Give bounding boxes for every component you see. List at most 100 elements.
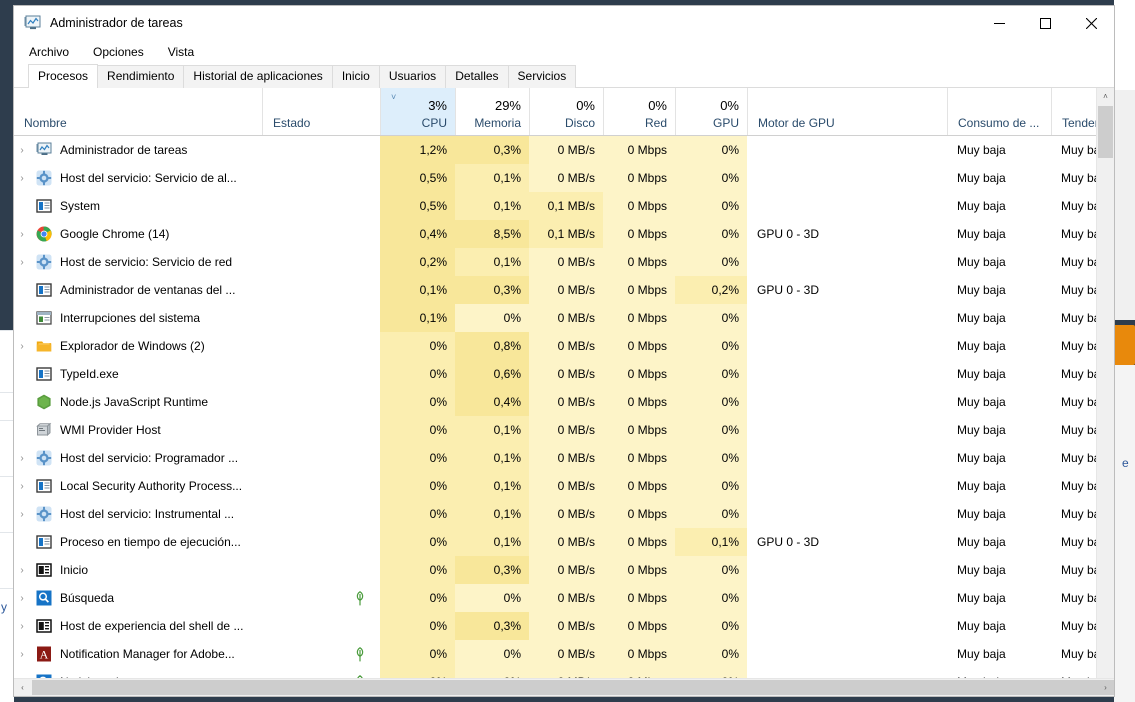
process-row[interactable]: ›Proceso en tiempo de ejecución...0%0,1%… bbox=[14, 528, 1114, 556]
red-cell: 0 Mbps bbox=[603, 612, 675, 640]
process-name-cell[interactable]: › Búsqueda bbox=[14, 584, 262, 612]
process-row[interactable]: ›WMI Provider Host0%0,1%0 MB/s0 Mbps0%Mu… bbox=[14, 416, 1114, 444]
process-name-cell[interactable]: › Local Security Authority Process... bbox=[14, 472, 262, 500]
column-header-motorgpu[interactable]: Motor de GPU bbox=[747, 88, 947, 135]
scroll-up-button[interactable]: ˄ bbox=[1097, 88, 1114, 105]
expand-chevron-icon[interactable]: › bbox=[14, 229, 30, 240]
maximize-button[interactable] bbox=[1022, 6, 1068, 40]
process-name-cell[interactable]: ›Administrador de ventanas del ... bbox=[14, 276, 262, 304]
process-name-cell[interactable]: ›Proceso en tiempo de ejecución... bbox=[14, 528, 262, 556]
column-header-estado[interactable]: Estado bbox=[262, 88, 380, 135]
disco-cell: 0 MB/s bbox=[529, 528, 603, 556]
close-button[interactable] bbox=[1068, 6, 1114, 40]
process-name-cell[interactable]: › Host del servicio: Programador ... bbox=[14, 444, 262, 472]
process-row[interactable]: › Explorador de Windows (2) 0% 0,8% 0 MB/s 0 … bbox=[14, 332, 1114, 360]
column-header-disco[interactable]: 0% Disco bbox=[529, 88, 603, 135]
horizontal-scrollbar[interactable]: ‹ › bbox=[14, 678, 1114, 696]
motorgpu-cell bbox=[747, 444, 947, 472]
disco-cell: 0 MB/s bbox=[529, 640, 603, 668]
menu-vista[interactable]: Vista bbox=[167, 43, 195, 61]
vertical-scroll-thumb[interactable] bbox=[1098, 106, 1113, 158]
minimize-button[interactable] bbox=[976, 6, 1022, 40]
column-header-consumo[interactable]: Consumo de ... bbox=[947, 88, 1051, 135]
process-row[interactable]: ›Interrupciones del sistema0,1%0%0 MB/s0… bbox=[14, 304, 1114, 332]
process-row[interactable]: ›System0,5%0,1%0,1 MB/s0 Mbps0%Muy bajaM… bbox=[14, 192, 1114, 220]
column-header-gpu[interactable]: 0% GPU bbox=[675, 88, 747, 135]
process-row[interactable]: › Host de experiencia del shell de ... 0% 0… bbox=[14, 612, 1114, 640]
process-name-cell[interactable]: › Host de servicio: Servicio de red bbox=[14, 248, 262, 276]
tab-detalles[interactable]: Detalles bbox=[445, 65, 509, 88]
tab-rendimiento[interactable]: Rendimiento bbox=[97, 65, 185, 88]
expand-chevron-icon[interactable]: › bbox=[14, 593, 30, 604]
expand-chevron-icon[interactable]: › bbox=[14, 173, 30, 184]
windows-process-icon bbox=[36, 478, 52, 494]
scroll-left-button[interactable]: ‹ bbox=[14, 679, 31, 696]
process-name-cell[interactable]: › A Notification Manager for Adobe... bbox=[14, 640, 262, 668]
process-name-cell[interactable]: › Inicio bbox=[14, 556, 262, 584]
tab-usuarios[interactable]: Usuarios bbox=[378, 65, 447, 88]
process-row[interactable]: › A Notification Manager for Adobe... 0% 0% 0… bbox=[14, 640, 1114, 668]
process-row[interactable]: › Host de servicio: Servicio de red 0,2% 0,… bbox=[14, 248, 1114, 276]
process-row[interactable]: › Inicio 0% 0,3% 0 MB/s 0 Mbps 0% Muy baja Muy b… bbox=[14, 556, 1114, 584]
expand-chevron-icon[interactable]: › bbox=[14, 341, 30, 352]
status-cell bbox=[262, 276, 380, 304]
process-name-cell[interactable]: ›Interrupciones del sistema bbox=[14, 304, 262, 332]
column-label-memoria: Memoria bbox=[474, 116, 521, 130]
expand-chevron-icon[interactable]: › bbox=[14, 509, 30, 520]
expand-chevron-icon[interactable]: › bbox=[14, 145, 30, 156]
column-header-memoria[interactable]: 29% Memoria bbox=[455, 88, 529, 135]
process-name-cell[interactable]: ›Node.js JavaScript Runtime bbox=[14, 388, 262, 416]
cpu-cell: 0% bbox=[380, 472, 455, 500]
column-label-disco: Disco bbox=[564, 116, 595, 130]
process-row[interactable]: › Búsqueda 0% 0% 0 MB/s 0 Mbps 0% Muy baja Muy b… bbox=[14, 584, 1114, 612]
process-name-cell[interactable]: › Google Chrome (14) bbox=[14, 220, 262, 248]
process-name-cell[interactable]: › Explorador de Windows (2) bbox=[14, 332, 262, 360]
process-name-cell[interactable]: ›TypeId.exe bbox=[14, 360, 262, 388]
disco-cell: 0 MB/s bbox=[529, 276, 603, 304]
expand-chevron-icon[interactable]: › bbox=[14, 565, 30, 576]
memoria-cell: 0,1% bbox=[455, 472, 529, 500]
expand-chevron-icon[interactable]: › bbox=[14, 257, 30, 268]
column-header-name[interactable]: Nombre bbox=[14, 88, 262, 135]
menu-archivo[interactable]: Archivo bbox=[28, 43, 70, 61]
process-name-cell[interactable]: › Administrador de tareas bbox=[14, 136, 262, 164]
process-row[interactable]: › Local Security Authority Process... 0% 0,… bbox=[14, 472, 1114, 500]
tab-historial-de-aplicaciones[interactable]: Historial de aplicaciones bbox=[183, 65, 333, 88]
process-name-cell[interactable]: ›WMI Provider Host bbox=[14, 416, 262, 444]
expand-chevron-icon[interactable]: › bbox=[14, 481, 30, 492]
process-row[interactable]: › Administrador de tareas 1,2% 0,3% 0 MB/s 0 … bbox=[14, 136, 1114, 164]
memoria-cell: 0,1% bbox=[455, 500, 529, 528]
process-row[interactable]: ›Administrador de ventanas del ...0,1%0,… bbox=[14, 276, 1114, 304]
menu-opciones[interactable]: Opciones bbox=[92, 43, 145, 61]
vertical-scrollbar[interactable]: ˄ ˅ bbox=[1096, 88, 1114, 696]
process-name-cell[interactable]: › Host del servicio: Servicio de al... bbox=[14, 164, 262, 192]
process-row[interactable]: › Host del servicio: Servicio de al... 0,5… bbox=[14, 164, 1114, 192]
process-name-cell[interactable]: › Host de experiencia del shell de ... bbox=[14, 612, 262, 640]
process-row[interactable]: › Google Chrome (14) 0,4% 8,5% 0,1 MB/s 0 Mbp… bbox=[14, 220, 1114, 248]
tab-inicio[interactable]: Inicio bbox=[331, 65, 380, 88]
process-row[interactable]: › Host del servicio: Programador ... 0% 0,1… bbox=[14, 444, 1114, 472]
expand-chevron-icon[interactable]: › bbox=[14, 649, 30, 660]
memoria-cell: 0,3% bbox=[455, 556, 529, 584]
consumo-cell: Muy baja bbox=[957, 591, 1006, 605]
process-row[interactable]: ›Node.js JavaScript Runtime0%0,4%0 MB/s0… bbox=[14, 388, 1114, 416]
scroll-right-button[interactable]: › bbox=[1097, 679, 1114, 696]
gpu-cell: 0% bbox=[675, 360, 747, 388]
process-row[interactable]: ›TypeId.exe0%0,6%0 MB/s0 Mbps0%Muy bajaM… bbox=[14, 360, 1114, 388]
disco-cell: 0,1 MB/s bbox=[529, 220, 603, 248]
column-header-cpu[interactable]: ˅ 3% CPU bbox=[380, 88, 455, 135]
column-header-red[interactable]: 0% Red bbox=[603, 88, 675, 135]
process-name-cell[interactable]: › Host del servicio: Instrumental ... bbox=[14, 500, 262, 528]
consumo-cell: Muy baja bbox=[957, 507, 1006, 521]
process-row[interactable]: › Host del servicio: Instrumental ... 0% 0,… bbox=[14, 500, 1114, 528]
tab-servicios[interactable]: Servicios bbox=[507, 65, 577, 88]
expand-chevron-icon[interactable]: › bbox=[14, 453, 30, 464]
system-interrupt-icon bbox=[36, 310, 52, 326]
expand-chevron-icon[interactable]: › bbox=[14, 621, 30, 632]
gpu-cell: 0,1% bbox=[675, 528, 747, 556]
process-name-cell[interactable]: ›System bbox=[14, 192, 262, 220]
tab-procesos[interactable]: Procesos bbox=[28, 64, 99, 88]
table-body: › Administrador de tareas 1,2% 0,3% 0 MB/s 0 … bbox=[14, 136, 1114, 679]
horizontal-scroll-thumb[interactable] bbox=[32, 680, 1114, 695]
status-cell bbox=[262, 388, 380, 416]
